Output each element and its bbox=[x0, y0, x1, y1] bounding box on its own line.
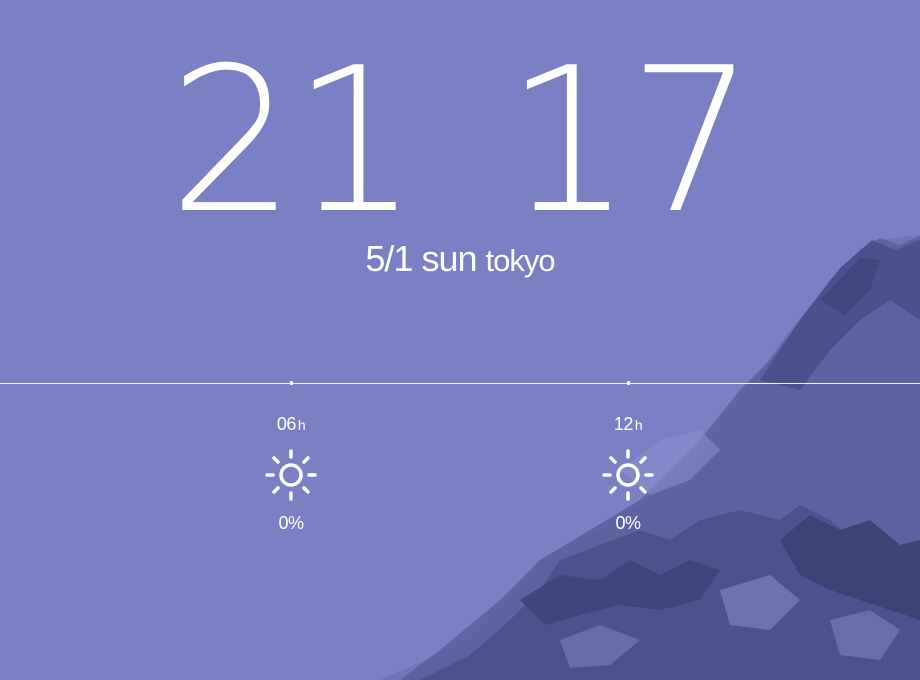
forecast-item: 12 h 0% bbox=[568, 414, 688, 534]
sun-icon bbox=[265, 449, 317, 501]
sun-icon bbox=[602, 449, 654, 501]
precip-chance: 0% bbox=[615, 513, 641, 533]
timeline bbox=[0, 383, 920, 384]
date-weekday: sun bbox=[421, 238, 477, 279]
clock-minute: 17 bbox=[505, 25, 755, 258]
forecast-hour-unit: h bbox=[634, 417, 643, 433]
timeline-tick bbox=[290, 381, 293, 385]
precip-chance: 0% bbox=[278, 513, 304, 533]
clock: 21 17 bbox=[0, 42, 920, 242]
date-location: 5/1 sun tokyo bbox=[0, 238, 920, 280]
forecast-hour: 12 h bbox=[568, 414, 688, 435]
clock-hour: 21 bbox=[168, 25, 419, 258]
date-day: 5/1 bbox=[365, 238, 413, 279]
forecast-hour-unit: h bbox=[297, 417, 306, 433]
forecast-item: 06 h 0% bbox=[231, 414, 351, 534]
city-name: tokyo bbox=[485, 243, 556, 278]
forecast-hour-value: 06 bbox=[276, 414, 297, 434]
forecast-hour-value: 12 bbox=[613, 414, 634, 434]
timeline-tick bbox=[627, 381, 630, 385]
forecast-hour: 06 h bbox=[231, 414, 351, 435]
